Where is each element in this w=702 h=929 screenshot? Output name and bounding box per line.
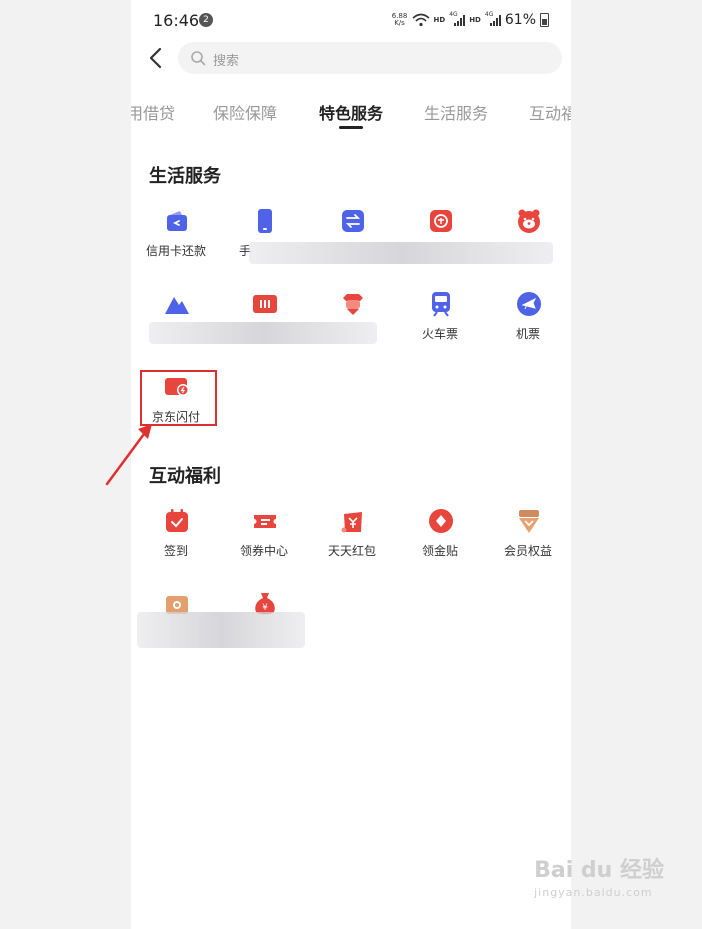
train-icon xyxy=(432,292,450,317)
bear-icon xyxy=(518,209,540,233)
category-tabs: 用借贷 保险保障 特色服务 生活服务 互动福 xyxy=(131,92,571,132)
battery-percent: 61% xyxy=(504,12,536,28)
battery-icon xyxy=(540,13,549,27)
blurred-labels xyxy=(249,242,553,264)
service-label: 信用卡还款 xyxy=(145,244,206,258)
signal-icon-2: 4G xyxy=(485,11,501,27)
benefit-label: 领券中心 xyxy=(239,544,288,558)
service-item-train-ticket[interactable]: 火车票 xyxy=(397,283,483,353)
highlight-box xyxy=(140,370,217,426)
benefit-label: 领金贴 xyxy=(421,544,458,558)
service-label: 机票 xyxy=(515,327,540,341)
calendar-check-icon xyxy=(166,509,188,532)
mascot-icon xyxy=(343,294,363,315)
active-tab-indicator xyxy=(339,126,363,129)
tab-insurance[interactable]: 保险保障 xyxy=(213,100,277,124)
benefit-item-member-rights[interactable]: 会员权益 xyxy=(485,500,571,570)
back-arrow-icon[interactable] xyxy=(145,46,167,70)
transfer-icon xyxy=(342,210,364,232)
notification-badge: 2 xyxy=(199,13,213,27)
watermark-sub: jingyan.baidu.com xyxy=(534,886,653,899)
coin-icon xyxy=(430,210,452,232)
coupon-icon xyxy=(254,515,276,528)
blurred-labels xyxy=(137,612,305,648)
card-repay-icon xyxy=(167,211,187,231)
signal-icon-1: 4G xyxy=(449,11,466,27)
service-label: 火车票 xyxy=(421,327,458,341)
benefit-item-daily-red-packet[interactable]: 天天红包 xyxy=(309,500,395,570)
phone-recharge-icon xyxy=(258,209,272,233)
mountain-icon xyxy=(165,297,189,314)
red-packet-icon xyxy=(341,512,362,533)
benefit-item-coupon-center[interactable]: 领券中心 xyxy=(221,500,307,570)
wifi-icon xyxy=(412,13,430,27)
ticket-icon xyxy=(253,295,277,313)
hd-label-2: HD xyxy=(469,16,481,24)
annotation-arrow xyxy=(105,424,152,486)
status-bar: 16:46 2 6.88 K/s HD 4G HD 4G 61% xyxy=(131,0,571,40)
tab-loan[interactable]: 用借贷 xyxy=(131,100,175,124)
benefit-label: 天天红包 xyxy=(327,544,376,558)
tab-life-services[interactable]: 生活服务 xyxy=(424,100,488,124)
service-item-air-ticket[interactable]: 机票 xyxy=(485,283,571,353)
service-item-card-repay[interactable]: 信用卡还款 xyxy=(133,200,219,270)
gold-icon xyxy=(429,509,453,533)
member-icon xyxy=(519,510,539,533)
tab-interactive-benefits[interactable]: 互动福 xyxy=(529,100,571,124)
net-speed-unit: K/s xyxy=(394,19,405,27)
benefit-item-sign-in[interactable]: 签到 xyxy=(133,500,219,570)
search-input[interactable]: 搜索 xyxy=(178,42,562,74)
benefit-label: 会员权益 xyxy=(503,544,552,558)
section-title-life-services: 生活服务 xyxy=(149,166,221,187)
search-placeholder: 搜索 xyxy=(213,54,240,69)
status-icons: 6.88 K/s HD 4G HD 4G 61% xyxy=(392,10,549,30)
search-icon xyxy=(191,51,206,66)
net-speed: 6.88 K/s xyxy=(392,13,408,27)
watermark-brand: Bai du 经验 xyxy=(534,858,664,883)
watermark: Bai du 经验 jingyan.baidu.com xyxy=(534,852,664,899)
benefit-item-gold-subsidy[interactable]: 领金贴 xyxy=(397,500,483,570)
blurred-labels xyxy=(149,322,377,344)
status-time: 16:46 xyxy=(153,11,200,30)
hd-label-1: HD xyxy=(433,16,446,24)
tab-special-services[interactable]: 特色服务 xyxy=(319,100,383,124)
phone-screen: 16:46 2 6.88 K/s HD 4G HD 4G 61% 搜索 用借贷 … xyxy=(131,0,571,929)
benefit-label: 签到 xyxy=(163,544,188,558)
plane-icon xyxy=(517,292,541,316)
